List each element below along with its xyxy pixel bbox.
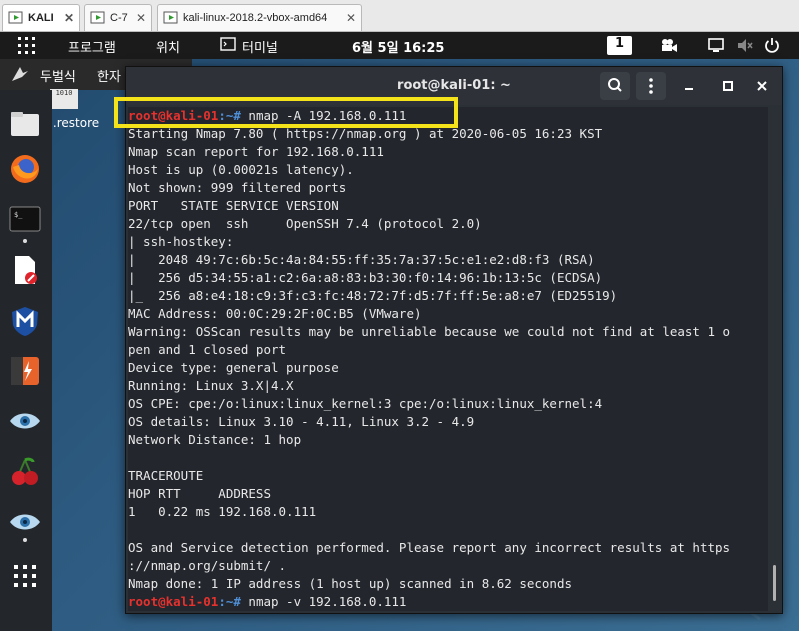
search-icon: [608, 78, 622, 92]
output-line: Running: Linux 3.X|4.X: [128, 378, 294, 393]
output-line: OS CPE: cpe:/o:linux:linux_kernel:3 cpe:…: [128, 396, 603, 411]
volume-muted-icon[interactable]: [737, 38, 753, 57]
running-indicator: [23, 538, 27, 542]
vm-tab-kali[interactable]: KALI ✕: [2, 4, 80, 31]
ime-layout-label[interactable]: 두벌식: [40, 66, 76, 85]
terminal-app-menu[interactable]: 터미널: [242, 37, 278, 56]
output-line: | 2048 49:7c:6b:5c:4a:84:55:ff:35:7a:37:…: [128, 252, 595, 267]
output-line: Host is up (0.00021s latency).: [128, 162, 354, 177]
terminal-window[interactable]: root@kali-01: ~ root@kali-01:~# nmap -A …: [125, 66, 783, 614]
output-line: Starting Nmap 7.80 ( https://nmap.org ) …: [128, 126, 603, 141]
places-menu[interactable]: 위치: [156, 37, 180, 56]
output-line: Nmap scan report for 192.168.0.111: [128, 144, 384, 159]
terminal-menu-button[interactable]: [636, 72, 666, 100]
eye-icon[interactable]: [9, 409, 41, 441]
document-edit-icon[interactable]: [9, 254, 41, 286]
terminal-scrollbar[interactable]: [773, 565, 776, 601]
output-line: 22/tcp open ssh OpenSSH 7.4 (protocol 2.…: [128, 216, 482, 231]
running-indicator: [23, 239, 27, 243]
close-icon[interactable]: ✕: [136, 11, 146, 25]
vm-tab-label: KALI: [28, 12, 54, 24]
terminal-titlebar[interactable]: root@kali-01: ~: [126, 67, 782, 105]
output-line: Network Distance: 1 hop: [128, 432, 302, 447]
vm-tab-kali-linux[interactable]: kali-linux-2018.2-vbox-amd64 ✕: [157, 4, 362, 31]
prompt-line: root@kali-01:~# nmap -v 192.168.0.111: [128, 593, 768, 611]
folder-icon[interactable]: [9, 108, 41, 140]
command-text: nmap -v 192.168.0.111: [240, 594, 407, 609]
vm-tab-label: kali-linux-2018.2-vbox-amd64: [183, 12, 328, 24]
output-line: Not shown: 999 filtered ports: [128, 180, 347, 195]
apps-grid-icon[interactable]: [18, 37, 35, 54]
minimize-icon[interactable]: [682, 78, 696, 97]
output-line: | ssh-hostkey:: [128, 234, 234, 249]
terminal-output[interactable]: root@kali-01:~# nmap -A 192.168.0.111 Sta…: [128, 107, 768, 611]
output-line: OS details: Linux 3.10 - 4.11, Linux 3.2…: [128, 414, 475, 429]
output-line: OS and Service detection performed. Plea…: [128, 540, 731, 555]
firefox-icon[interactable]: [9, 153, 41, 185]
metasploit-icon[interactable]: [9, 305, 41, 337]
show-applications-icon[interactable]: [9, 560, 41, 592]
svg-text:$_: $_: [14, 211, 23, 219]
vm-running-icon: [163, 10, 179, 26]
output-line: Device type: general purpose: [128, 360, 339, 375]
desktop-file-icon-bin[interactable]: 1010: [50, 89, 78, 109]
prompt-user: root@kali-01: [128, 594, 219, 609]
dock: $_: [0, 90, 52, 631]
vm-running-icon: [90, 10, 106, 26]
screen-icon[interactable]: [708, 38, 724, 57]
binary-file-icon-text: 1010: [55, 89, 73, 97]
output-line: ://nmap.org/submit/ .: [128, 558, 287, 573]
vm-tab-strip: KALI ✕ C-7 ✕ kali-linux-2018.2-vbox-amd6…: [0, 0, 799, 32]
clock[interactable]: 6월 5일 16:25: [352, 37, 444, 56]
close-icon[interactable]: ✕: [64, 11, 74, 25]
output-line: |_ 256 a8:e4:18:c9:3f:c3:fc:48:72:7f:d5:…: [128, 288, 618, 303]
prompt-path: :~#: [218, 594, 241, 609]
terminal-search-button[interactable]: [600, 72, 630, 100]
vm-tab-label: C-7: [110, 12, 128, 24]
kebab-menu-icon: [649, 78, 653, 94]
video-camera-icon[interactable]: [660, 37, 678, 57]
terminal-icon[interactable]: $_: [9, 206, 41, 238]
power-icon[interactable]: [764, 37, 780, 57]
output-line: MAC Address: 00:0C:29:2F:0C:B5 (VMware): [128, 306, 422, 321]
command-text: nmap -A 192.168.0.111: [240, 108, 407, 123]
prompt-line: root@kali-01:~# nmap -A 192.168.0.111: [128, 107, 768, 125]
output-line: Nmap done: 1 IP address (1 host up) scan…: [128, 576, 573, 591]
output-line: pen and 1 closed port: [128, 342, 287, 357]
burpsuite-icon[interactable]: [9, 355, 41, 387]
output-line: | 256 d5:34:55:a1:c2:6a:a8:83:b3:30:f0:1…: [128, 270, 603, 285]
output-line: HOP RTT ADDRESS: [128, 486, 271, 501]
terminal-app-icon[interactable]: [220, 36, 236, 56]
output-line: PORT STATE SERVICE VERSION: [128, 198, 339, 213]
prompt-path: :~#: [218, 108, 241, 123]
output-line: 1 0.22 ms 192.168.0.111: [128, 504, 317, 519]
gnome-top-bar: 프로그램 위치 터미널 6월 5일 16:25 1: [0, 32, 799, 59]
output-line: TRACEROUTE: [128, 468, 204, 483]
cherrytree-icon[interactable]: [9, 456, 41, 488]
output-line: Warning: OSScan results may be unreliabl…: [128, 324, 731, 339]
keyboard-dragon-icon[interactable]: [10, 65, 30, 87]
programs-menu[interactable]: 프로그램: [68, 37, 116, 56]
workspace-indicator[interactable]: 1: [607, 36, 632, 55]
vm-tab-c7[interactable]: C-7 ✕: [84, 4, 152, 31]
maximize-icon[interactable]: [721, 78, 735, 97]
prompt-user: root@kali-01: [128, 108, 219, 123]
close-icon[interactable]: [755, 78, 769, 97]
vm-running-icon: [8, 10, 24, 26]
close-icon[interactable]: ✕: [346, 11, 356, 25]
